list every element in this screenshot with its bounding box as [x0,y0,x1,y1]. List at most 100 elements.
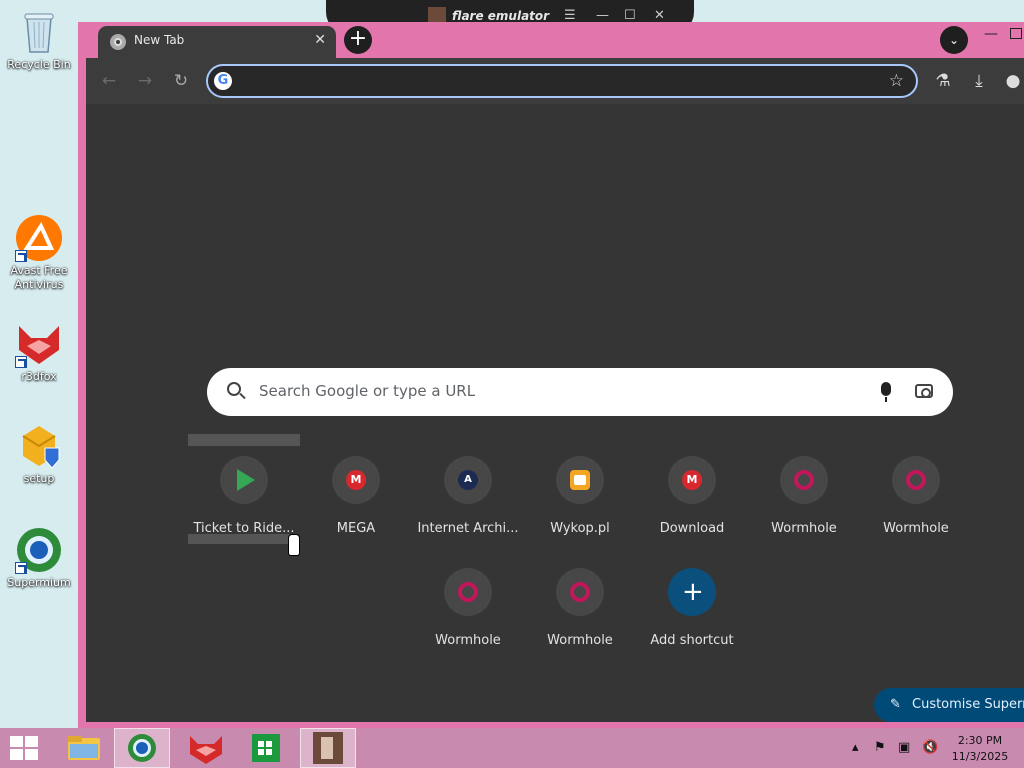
shortcut-tile[interactable]: Wormhole [748,440,860,544]
desktop-icon-label: r3dfox [21,370,57,383]
flare-app-icon [313,732,343,764]
pencil-icon: ✎ [890,697,901,712]
forward-button[interactable]: → [134,70,156,92]
desktop-icon-avast[interactable]: Avast Free Antivirus [4,214,74,292]
tab-strip: New Tab ✕ + ⌄ — [78,22,1024,58]
minimize-button[interactable]: — [984,26,998,42]
close-icon[interactable]: ✕ [654,8,665,23]
lens-camera-icon[interactable] [915,384,933,398]
shortcut-tile[interactable]: Wormhole [860,440,972,544]
labs-flask-icon[interactable]: ⚗ [932,70,954,92]
desktop-icon-label: Recycle Bin [7,58,71,71]
taskbar-supermium[interactable] [114,728,170,768]
wykop-icon [570,470,590,490]
supermium-icon [15,526,63,574]
address-input[interactable] [240,70,860,92]
shortcut-arrow-icon [15,250,27,262]
shortcut-tile[interactable]: M Download [636,440,748,544]
address-bar[interactable]: ☆ [206,64,918,98]
shortcut-icon-circle: M [332,456,380,504]
desktop-icon-supermium[interactable]: Supermium [4,526,74,590]
supermium-icon [128,734,156,762]
desktop-icon-recycle-bin[interactable]: Recycle Bin [4,8,74,72]
shortcut-label: Add shortcut [650,633,734,648]
taskbar-file-explorer[interactable] [56,728,112,768]
shortcut-label: Download [659,521,725,536]
microphone-icon[interactable] [881,382,891,402]
tray-overflow-icon[interactable]: ▴ [852,740,859,755]
search-placeholder: Search Google or type a URL [259,382,476,400]
maximize-button[interactable] [1010,28,1022,39]
clock-time: 2:30 PM [957,734,1003,747]
customise-label: Customise Supermium [912,697,1024,712]
network-icon[interactable]: ▣ [898,740,910,755]
chrome-icon [110,34,126,50]
shortcut-arrow-icon [15,356,27,368]
shortcut-icon-circle [220,456,268,504]
maximize-icon[interactable]: ☐ [624,8,636,23]
shortcut-tile[interactable]: Wormhole [412,552,524,656]
bookmark-star-icon[interactable]: ☆ [889,71,904,91]
shortcut-icon-circle [556,456,604,504]
taskbar-r3dfox[interactable] [178,728,234,768]
shortcut-tile[interactable]: Wykop.pl [524,440,636,544]
customise-button[interactable]: ✎ Customise Supermium [874,688,1024,722]
shortcut-label: Wormhole [547,633,613,648]
system-clock[interactable]: 2:30 PM 11/3/2025 [950,733,1010,765]
tab-title: New Tab [134,33,185,47]
new-tab-page: Search Google or type a URL Ticket to Ri… [86,104,1024,722]
minimize-icon[interactable]: — [596,8,609,23]
tab-new-tab[interactable]: New Tab ✕ [98,26,336,58]
desktop-icon-r3dfox[interactable]: r3dfox [4,320,74,384]
windows-logo-icon [10,736,23,747]
wormhole-icon [570,582,590,602]
shortcut-label: Wykop.pl [550,521,610,536]
menu-icon[interactable]: ☰ [564,8,576,23]
add-shortcut-tile[interactable]: + Add shortcut [636,552,748,656]
store-icon [252,734,280,762]
shortcut-label: Ticket to Ride... [193,521,295,536]
shortcut-arrow-icon [15,562,27,574]
shortcut-tile[interactable]: A Internet Archi... [412,440,524,544]
archive-icon: A [458,470,478,490]
desktop-icon-label: setup [23,472,55,485]
desktop-icon-label: Supermium [7,576,71,589]
reload-button[interactable]: ↻ [170,70,192,92]
desktop-icon-setup[interactable]: setup [4,422,74,486]
shortcut-label: Wormhole [883,521,949,536]
shortcut-label: Wormhole [771,521,837,536]
ntp-search-box[interactable]: Search Google or type a URL [207,368,953,416]
shortcut-icon-circle: A [444,456,492,504]
shortcut-tile[interactable]: Ticket to Ride... [188,440,300,544]
flare-window-title: flare emulator [452,9,550,23]
shortcut-tile[interactable]: Wormhole [524,552,636,656]
folder-icon [68,736,100,760]
action-center-flag-icon[interactable]: ⚑ [874,740,886,755]
search-icon [227,382,241,396]
shortcut-tile[interactable]: M MEGA [300,440,412,544]
new-tab-button[interactable]: + [344,26,372,54]
browser-window: New Tab ✕ + ⌄ — ← → ↻ ☆ ⚗ ⤓ ● Search Goo… [78,22,1024,728]
download-icon[interactable]: ⤓ [968,70,990,92]
mega-icon: M [682,470,702,490]
profile-icon[interactable]: ● [1002,70,1024,92]
wormhole-icon [794,470,814,490]
google-icon [214,72,232,90]
close-tab-icon[interactable]: ✕ [314,32,326,48]
tab-search-button[interactable]: ⌄ [940,26,968,54]
taskbar-store[interactable] [238,728,294,768]
r3dfox-icon [15,320,63,368]
shortcut-icon-circle: M [668,456,716,504]
back-button[interactable]: ← [98,70,120,92]
clock-date: 11/3/2025 [951,750,1009,763]
volume-muted-icon[interactable]: 🔇 [922,740,938,755]
wormhole-icon [906,470,926,490]
taskbar-flare-emulator[interactable] [300,728,356,768]
taskbar: ▴ ⚑ ▣ 🔇 2:30 PM 11/3/2025 [0,728,1024,768]
start-button[interactable] [10,736,38,760]
shortcut-icon-circle [892,456,940,504]
shortcut-icon-circle [444,568,492,616]
shortcut-label: Internet Archi... [417,521,519,536]
plus-icon: + [682,577,704,607]
shortcut-icon-circle: + [668,568,716,616]
